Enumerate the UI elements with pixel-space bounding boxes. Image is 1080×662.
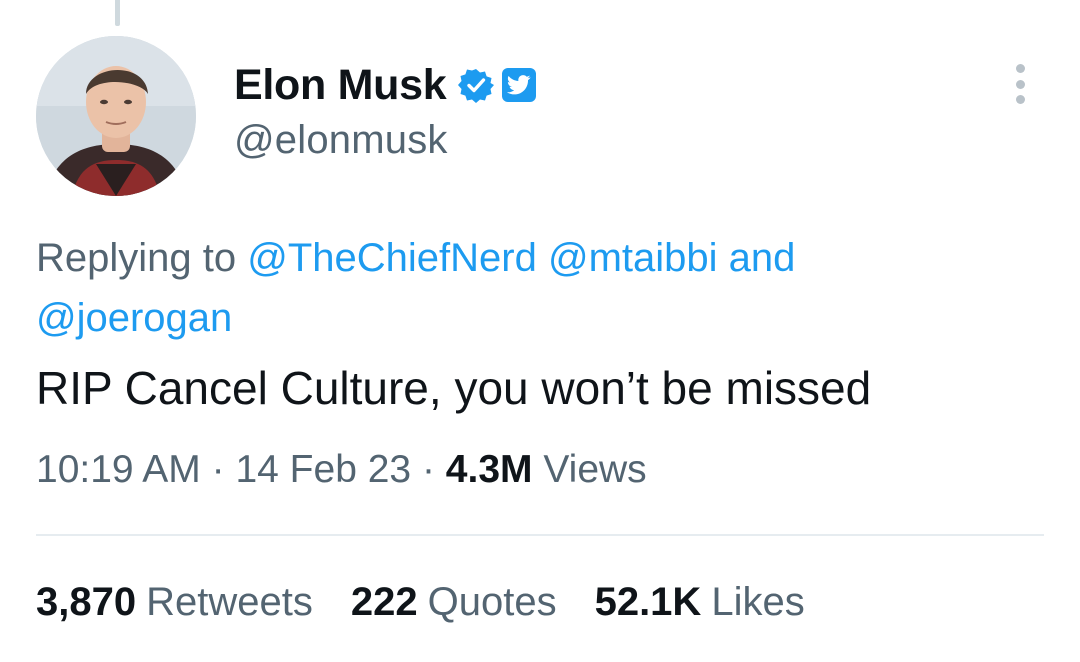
tweet-text: RIP Cancel Culture, you won’t be missed — [36, 362, 872, 414]
views-count[interactable]: 4.3M — [446, 448, 533, 491]
quotes-stat[interactable]: 222 Quotes — [351, 576, 557, 628]
quotes-count: 222 — [350, 580, 418, 624]
mention-link[interactable]: @joerogan — [36, 296, 232, 340]
author-name-row: Elon Musk — [234, 58, 537, 112]
retweets-count: 3,870 — [36, 580, 137, 624]
views-label[interactable]: Views — [543, 448, 646, 491]
mention-conjunction[interactable]: and — [729, 236, 796, 280]
likes-stat[interactable]: 52.1K Likes — [595, 576, 805, 628]
more-dot-icon — [1015, 64, 1025, 73]
meta-separator: · — [421, 448, 435, 491]
more-dot-icon — [1015, 95, 1025, 104]
divider — [36, 534, 1044, 536]
mention-link[interactable]: @TheChiefNerd — [247, 236, 537, 280]
author-handle[interactable]: @elonmusk — [234, 118, 448, 163]
thread-connector-line — [115, 0, 120, 26]
avatar[interactable] — [36, 36, 196, 196]
tweet-time[interactable]: 10:19 AM — [36, 448, 201, 491]
tweet-meta: 10:19 AM · 14 Feb 23 · 4.3M Views — [36, 444, 647, 496]
likes-count: 52.1K — [594, 580, 702, 624]
retweets-label: Retweets — [146, 580, 313, 624]
replying-to-prefix: Replying to — [36, 236, 237, 280]
tweet-detail: Elon Musk @elonmusk Replying to @TheChie… — [0, 0, 1080, 662]
avatar-portrait-icon — [36, 36, 196, 196]
retweets-stat[interactable]: 3,870 Retweets — [36, 576, 313, 628]
mention-link[interactable]: @mtaibbi — [548, 236, 718, 280]
tweet-date[interactable]: 14 Feb 23 — [235, 448, 411, 491]
quotes-label: Quotes — [427, 580, 557, 624]
engagement-stats: 3,870 Retweets 222 Quotes 52.1K Likes — [36, 576, 843, 628]
more-dot-icon — [1015, 79, 1025, 89]
replying-to: Replying to @TheChiefNerd @mtaibbi and @… — [36, 228, 996, 348]
likes-label: Likes — [711, 580, 805, 624]
twitter-bird-icon[interactable] — [502, 68, 537, 102]
more-options-button[interactable] — [1004, 64, 1036, 104]
meta-separator: · — [211, 448, 225, 491]
author-display-name[interactable]: Elon Musk — [234, 61, 447, 110]
verified-badge-icon[interactable] — [458, 67, 495, 103]
